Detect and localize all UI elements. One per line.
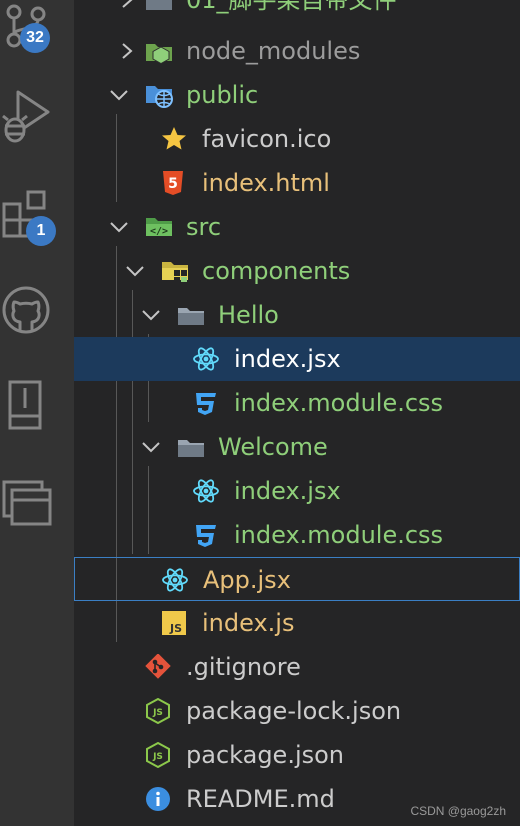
chevron-down-icon[interactable]	[140, 425, 162, 469]
tree-item-label: App.jsx	[203, 566, 291, 594]
nodejs-icon: JS	[144, 733, 174, 777]
tree-item-label: favicon.ico	[202, 125, 332, 153]
tree-item-label: index.js	[202, 609, 295, 637]
chevron-down-icon[interactable]	[108, 205, 130, 249]
tree-file-row[interactable]: JS package-lock.json	[74, 689, 520, 733]
components-folder-icon	[160, 249, 190, 293]
tree-file-row[interactable]: favicon.ico	[74, 117, 520, 161]
tree-folder-row[interactable]: </> src	[74, 205, 520, 249]
svg-text:JS: JS	[152, 752, 163, 762]
info-icon	[144, 777, 174, 821]
star-icon	[160, 117, 190, 161]
extensions-badge: 1	[26, 216, 56, 246]
tree-file-row[interactable]: App.jsx	[74, 557, 520, 601]
tree-folder-row[interactable]: node_modules	[74, 29, 520, 73]
tree-item-label: 01_脚手架自带文件	[186, 0, 397, 14]
tree-folder-row[interactable]: 01_脚手架自带文件	[74, 0, 520, 22]
tree-item-label: README.md	[186, 785, 335, 813]
tree-item-label: components	[202, 257, 351, 285]
svg-text:5: 5	[168, 176, 178, 192]
folder-icon	[144, 0, 174, 22]
github-button[interactable]	[0, 284, 74, 344]
tree-file-row[interactable]: JS package.json	[74, 733, 520, 777]
tree-folder-row[interactable]: public	[74, 73, 520, 117]
html5-icon: 5	[160, 161, 190, 205]
tree-file-row[interactable]: 5 index.html	[74, 161, 520, 205]
source-control-button[interactable]: 32	[0, 0, 74, 70]
remote-explorer-button[interactable]	[0, 380, 74, 436]
tree-folder-row[interactable]: Hello	[74, 293, 520, 337]
css3-icon	[192, 513, 222, 557]
tree-file-row[interactable]: index.module.css	[74, 381, 520, 425]
svg-text:JS: JS	[152, 708, 163, 718]
svg-text:JS: JS	[169, 622, 182, 635]
chevron-down-icon[interactable]	[108, 73, 130, 117]
tree-folder-row[interactable]: Welcome	[74, 425, 520, 469]
react-icon	[192, 337, 222, 381]
tree-file-row[interactable]: JS index.js	[74, 601, 520, 645]
tree-item-label: index.module.css	[234, 389, 444, 417]
run-debug-button[interactable]	[0, 82, 74, 152]
extensions-button[interactable]: 1	[0, 186, 74, 256]
activity-bar: 32 1	[0, 0, 74, 826]
folder-icon	[176, 293, 206, 337]
remote-explorer-icon	[8, 380, 42, 430]
tree-item-label: package-lock.json	[186, 697, 402, 725]
nodejs-icon: JS	[144, 689, 174, 733]
node-modules-folder-icon	[144, 29, 174, 73]
svg-text:</>: </>	[150, 226, 168, 237]
tree-item-label: index.jsx	[234, 345, 341, 373]
css3-icon	[192, 381, 222, 425]
file-explorer: 01_脚手架自带文件 node_modulespublic favicon.ico 5…	[74, 0, 520, 826]
tree-item-label: Welcome	[218, 433, 328, 461]
chevron-down-icon[interactable]	[140, 293, 162, 337]
chevron-right-icon[interactable]	[116, 0, 138, 22]
tree-item-label: index.module.css	[234, 521, 444, 549]
folder-icon	[176, 425, 206, 469]
tree-file-row[interactable]: index.jsx	[74, 469, 520, 513]
tree-item-label: Hello	[218, 301, 279, 329]
tree-item-label: src	[186, 213, 222, 241]
panels-button[interactable]	[0, 478, 74, 528]
public-folder-icon	[144, 73, 174, 117]
tree-file-row[interactable]: index.jsx	[74, 337, 520, 381]
tree-file-row[interactable]: .gitignore	[74, 645, 520, 689]
react-icon	[161, 558, 191, 602]
tree-item-label: index.html	[202, 169, 330, 197]
run-debug-icon	[2, 90, 50, 143]
tree-item-label: package.json	[186, 741, 345, 769]
src-folder-icon: </>	[144, 205, 174, 249]
tree-item-label: node_modules	[186, 37, 361, 65]
watermark: CSDN @gaog2zh	[410, 804, 506, 818]
tree-file-row[interactable]: index.module.css	[74, 513, 520, 557]
tree-folder-row[interactable]: components	[74, 249, 520, 293]
tree-item-label: index.jsx	[234, 477, 341, 505]
js-icon: JS	[160, 601, 190, 645]
tree-item-label: .gitignore	[186, 653, 301, 681]
tree-item-label: public	[186, 81, 259, 109]
github-icon	[2, 286, 50, 334]
source-control-badge: 32	[20, 23, 50, 53]
chevron-down-icon[interactable]	[124, 249, 146, 293]
react-icon	[192, 469, 222, 513]
chevron-right-icon[interactable]	[116, 29, 138, 73]
panels-icon	[2, 480, 52, 526]
git-icon	[144, 645, 174, 689]
